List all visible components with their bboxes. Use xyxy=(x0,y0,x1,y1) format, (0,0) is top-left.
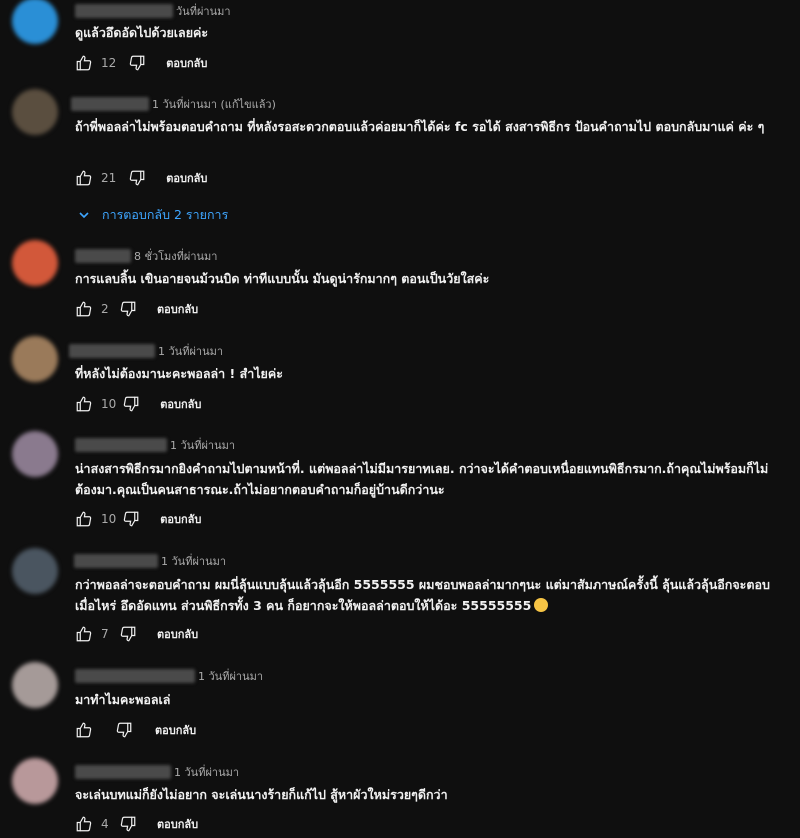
comment-actions: 12 ตอบกลับ xyxy=(73,53,207,73)
comment-text: น่าสงสารพิธีกรมากยิงคำถามไปตามหน้าที่. แ… xyxy=(75,461,769,497)
thumbs-up-icon[interactable] xyxy=(73,394,95,414)
reply-button[interactable]: ตอบกลับ xyxy=(160,395,201,413)
comment-actions: 10 ตอบกลับ xyxy=(73,509,201,529)
comment-header: 1 วันที่ผ่านมา (แก้ไขแล้ว) xyxy=(71,96,276,112)
thumbs-up-icon[interactable] xyxy=(73,720,95,740)
comment-header: 1 วันที่ผ่านมา xyxy=(75,764,239,780)
comment-text-content: กว่าพอลล่าจะตอบคำถาม ผมนี่ลุ้นแบบลุ้นแล้… xyxy=(75,577,770,613)
avatar[interactable] xyxy=(12,336,58,382)
author-name[interactable] xyxy=(74,554,158,568)
comment-time[interactable]: วันที่ผ่านมา xyxy=(176,2,231,20)
view-replies-label[interactable]: การตอบกลับ 2 รายการ xyxy=(102,205,228,225)
reply-button[interactable]: ตอบกลับ xyxy=(157,300,198,318)
author-name[interactable] xyxy=(69,344,155,358)
comment-header: 1 วันที่ผ่านมา xyxy=(75,437,235,453)
avatar[interactable] xyxy=(12,89,58,135)
thumbs-up-icon[interactable] xyxy=(73,168,95,188)
thumbs-down-icon[interactable] xyxy=(126,168,148,188)
comment-actions: ตอบกลับ xyxy=(73,720,196,740)
comment-actions: 7 ตอบกลับ xyxy=(73,624,198,644)
avatar[interactable] xyxy=(12,240,58,286)
reply-button[interactable]: ตอบกลับ xyxy=(157,815,198,833)
thumbs-down-icon[interactable] xyxy=(126,53,148,73)
like-count: 10 xyxy=(101,397,117,411)
comment-time[interactable]: 1 วันที่ผ่านมา xyxy=(198,667,263,685)
author-name[interactable] xyxy=(75,4,173,18)
view-replies-button[interactable]: การตอบกลับ 2 รายการ xyxy=(78,205,228,225)
comment-header: 1 วันที่ผ่านมา xyxy=(75,668,263,684)
thumbs-up-icon[interactable] xyxy=(73,814,95,834)
author-name[interactable] xyxy=(75,438,167,452)
comment-actions: 4 ตอบกลับ xyxy=(73,814,198,834)
comment-header: วันที่ผ่านมา xyxy=(75,3,231,19)
comment-actions: 21 ตอบกลับ xyxy=(73,168,207,188)
avatar[interactable] xyxy=(12,548,58,594)
reply-button[interactable]: ตอบกลับ xyxy=(155,721,196,739)
reply-button[interactable]: ตอบกลับ xyxy=(157,625,198,643)
reply-button[interactable]: ตอบกลับ xyxy=(166,169,207,187)
like-count: 12 xyxy=(101,56,117,70)
like-count: 4 xyxy=(101,817,109,831)
comment-text: มาทำไมคะพอลเล่ xyxy=(75,692,171,707)
author-name[interactable] xyxy=(75,669,195,683)
reply-button[interactable]: ตอบกลับ xyxy=(160,510,201,528)
comment-actions: 10 ตอบกลับ xyxy=(73,394,201,414)
comment-actions: 2 ตอบกลับ xyxy=(73,299,198,319)
comment-time[interactable]: 1 วันที่ผ่านมา xyxy=(174,763,239,781)
like-count: 10 xyxy=(101,512,117,526)
like-count: 7 xyxy=(101,627,109,641)
avatar[interactable] xyxy=(12,758,58,804)
comment-text: ดูแล้วอึดอัดไปด้วยเลยค่ะ xyxy=(75,25,209,40)
author-name[interactable] xyxy=(71,97,149,111)
like-count: 2 xyxy=(101,302,109,316)
avatar[interactable] xyxy=(12,0,58,44)
thumbs-down-icon[interactable] xyxy=(113,720,135,740)
thumbs-down-icon[interactable] xyxy=(117,814,139,834)
reply-button[interactable]: ตอบกลับ xyxy=(166,54,207,72)
avatar[interactable] xyxy=(12,431,58,477)
thumbs-down-icon[interactable] xyxy=(120,509,142,529)
like-count: 21 xyxy=(101,171,117,185)
comment-header: 1 วันที่ผ่านมา xyxy=(69,343,223,359)
comment-time[interactable]: 8 ชั่วโมงที่ผ่านมา xyxy=(134,247,218,265)
grinning-sweat-emoji xyxy=(534,598,549,612)
thumbs-up-icon[interactable] xyxy=(73,299,95,319)
thumbs-up-icon[interactable] xyxy=(73,53,95,73)
comment-header: 8 ชั่วโมงที่ผ่านมา xyxy=(75,248,218,264)
thumbs-down-icon[interactable] xyxy=(117,624,139,644)
comment-header: 1 วันที่ผ่านมา xyxy=(74,553,226,569)
comment-text: ที่หลังไม่ต้องมานะคะพอลล่า ! สำไยค่ะ xyxy=(75,366,283,381)
comment-time[interactable]: 1 วันที่ผ่านมา xyxy=(158,342,223,360)
thumbs-up-icon[interactable] xyxy=(73,509,95,529)
author-name[interactable] xyxy=(75,249,131,263)
thumbs-down-icon[interactable] xyxy=(117,299,139,319)
author-name[interactable] xyxy=(75,765,171,779)
comment-time[interactable]: 1 วันที่ผ่านมา xyxy=(161,552,226,570)
thumbs-down-icon[interactable] xyxy=(120,394,142,414)
comment-time[interactable]: 1 วันที่ผ่านมา (แก้ไขแล้ว) xyxy=(152,95,276,113)
comment-time[interactable]: 1 วันที่ผ่านมา xyxy=(170,436,235,454)
comment-text: กว่าพอลล่าจะตอบคำถาม ผมนี่ลุ้นแบบลุ้นแล้… xyxy=(75,574,786,616)
avatar[interactable] xyxy=(12,662,58,708)
comment-text: จะเล่นบทแม่ก็ยังไม่อยาก จะเล่นนางร้ายก็แ… xyxy=(75,787,448,802)
thumbs-up-icon[interactable] xyxy=(73,624,95,644)
chevron-down-icon xyxy=(79,212,89,219)
comment-text: ถ้าพี่พอลล่าไม่พร้อมตอบคำถาม ที่หลังรอสะ… xyxy=(75,119,765,134)
comment-text: การแลบลิ้น เขินอายจนม้วนบิด ท่าทีแบบนั้น… xyxy=(75,271,490,286)
